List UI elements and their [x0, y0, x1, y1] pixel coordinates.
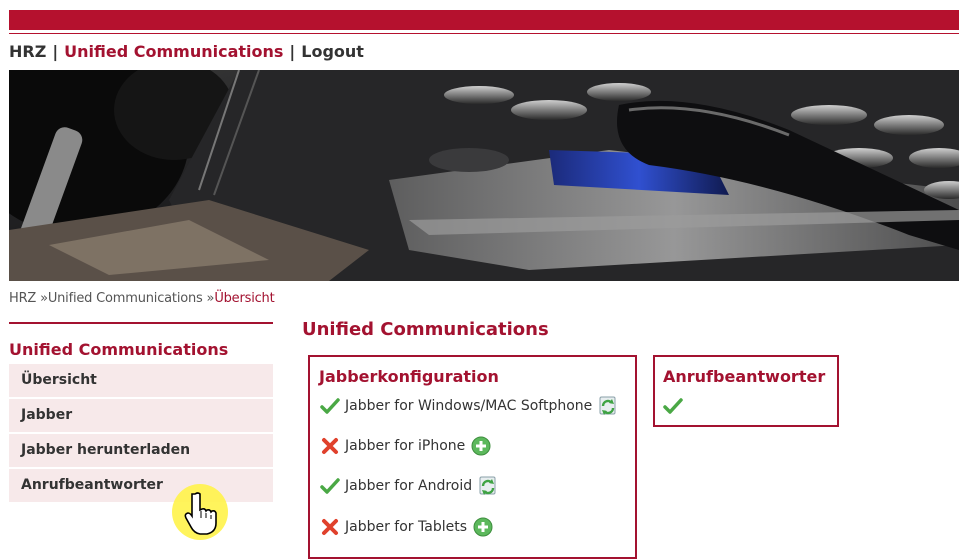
top-brand-bar — [9, 10, 959, 30]
top-brand-line — [9, 33, 959, 34]
sidebar-item-anrufbeantworter[interactable]: Anrufbeantworter — [9, 469, 273, 504]
jabber-item-windows-mac: Jabber for Windows/MAC Softphone — [320, 393, 619, 419]
breadcrumb-link-unified-communications[interactable]: Unified Communications — [48, 291, 203, 306]
sidebar-title: Unified Communications — [9, 340, 229, 359]
add-icon[interactable] — [470, 435, 492, 457]
check-icon — [663, 396, 683, 416]
jabber-item-iphone: Jabber for iPhone — [320, 433, 492, 459]
sidebar-item-jabber[interactable]: Jabber — [9, 399, 273, 434]
check-icon — [320, 476, 340, 496]
breadcrumb: HRZ »Unified Communications »Übersicht — [9, 291, 275, 306]
cross-icon — [320, 436, 340, 456]
breadcrumb-current: Übersicht — [214, 291, 275, 306]
nav-link-unified-communications[interactable]: Unified Communications — [64, 42, 283, 61]
header-banner-image — [9, 70, 959, 281]
breadcrumb-link-hrz[interactable]: HRZ — [9, 291, 36, 306]
sidebar-menu: Übersicht Jabber Jabber herunterladen An… — [9, 364, 273, 504]
top-navigation: HRZ | Unified Communications | Logout — [9, 42, 364, 61]
nav-link-hrz[interactable]: HRZ — [9, 42, 46, 61]
nav-link-logout[interactable]: Logout — [301, 42, 364, 61]
voicemail-panel: Anrufbeantworter — [653, 355, 839, 427]
jabber-config-title: Jabberkonfiguration — [319, 367, 499, 386]
sidebar-item-uebersicht[interactable]: Übersicht — [9, 364, 273, 399]
hand-pointer-cursor-icon — [168, 480, 232, 544]
add-icon[interactable] — [472, 516, 494, 538]
voicemail-status — [663, 393, 688, 419]
voicemail-title: Anrufbeantworter — [663, 367, 826, 386]
jabber-item-android: Jabber for Android — [320, 473, 499, 499]
jabber-config-panel: Jabberkonfiguration Jabber for Windows/M… — [308, 355, 637, 559]
nav-separator: | — [52, 42, 59, 61]
jabber-item-label: Jabber for Tablets — [345, 519, 467, 535]
jabber-item-label: Jabber for Android — [345, 478, 473, 494]
jabber-item-tablets: Jabber for Tablets — [320, 514, 494, 540]
jabber-item-label: Jabber for Windows/MAC Softphone — [345, 398, 593, 414]
cross-icon — [320, 517, 340, 537]
page-title: Unified Communications — [302, 319, 549, 340]
sidebar: Unified Communications Übersicht Jabber … — [9, 322, 273, 504]
sidebar-item-jabber-herunterladen[interactable]: Jabber herunterladen — [9, 434, 273, 469]
refresh-icon[interactable] — [477, 475, 499, 497]
nav-separator: | — [289, 42, 296, 61]
check-icon — [320, 396, 340, 416]
jabber-item-label: Jabber for iPhone — [345, 438, 466, 454]
refresh-icon[interactable] — [597, 395, 619, 417]
breadcrumb-separator: » — [40, 291, 48, 306]
